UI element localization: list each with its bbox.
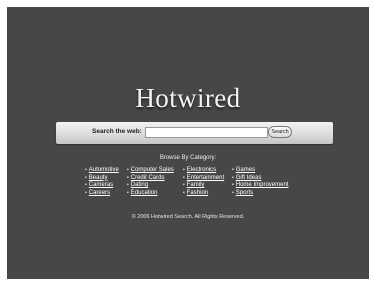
category-item: • Automotive: [85, 167, 119, 175]
category-item: • Credit Cards: [127, 175, 174, 183]
category-item: • Careers: [85, 190, 119, 198]
bullet-icon: •: [127, 167, 129, 173]
category-item: • Games: [232, 167, 288, 175]
category-link-education[interactable]: Education: [131, 190, 158, 196]
category-column-3: • Electronics • Entertainment • Family • Fas…: [183, 167, 224, 197]
category-item: • Fashion: [183, 190, 224, 198]
category-item: • Dating: [127, 182, 174, 190]
category-link-fashion[interactable]: Fashion: [187, 190, 208, 196]
category-link-cameras[interactable]: Cameras: [89, 182, 113, 188]
search-button[interactable]: Search: [268, 126, 292, 138]
bullet-icon: •: [85, 167, 87, 173]
bullet-icon: •: [232, 189, 234, 196]
category-link-careers[interactable]: Careers: [89, 190, 110, 196]
category-item: • Cameras: [85, 182, 119, 190]
category-item: • Education: [127, 190, 174, 198]
bullet-icon: •: [127, 174, 129, 181]
category-column-1: • Automotive • Beauty • Cameras • Careers: [85, 167, 119, 197]
bullet-icon: •: [127, 189, 129, 196]
search-label: Search the web:: [92, 128, 142, 135]
category-link-sports[interactable]: Sports: [236, 190, 253, 196]
category-item: • Computer Sales: [127, 167, 174, 175]
category-item: • Home Improvement: [232, 182, 288, 190]
bullet-icon: •: [183, 174, 185, 181]
category-link-computer-sales[interactable]: Computer Sales: [131, 167, 174, 173]
category-link-entertainment[interactable]: Entertainment: [187, 175, 224, 181]
category-link-beauty[interactable]: Beauty: [89, 175, 108, 181]
category-link-credit-cards[interactable]: Credit Cards: [131, 175, 165, 181]
category-link-dating[interactable]: Dating: [131, 182, 148, 188]
category-item: • Sports: [232, 190, 288, 198]
bullet-icon: •: [232, 174, 234, 181]
bullet-icon: •: [183, 189, 185, 196]
category-link-gift-ideas[interactable]: Gift Ideas: [236, 175, 262, 181]
category-item: • Beauty: [85, 175, 119, 183]
category-column-2: • Computer Sales • Credit Cards • Dating • E…: [127, 167, 174, 197]
bullet-icon: •: [85, 189, 87, 196]
category-column-4: • Games • Gift Ideas • Home Improvement • Sp…: [232, 167, 288, 197]
footer-copyright: © 2006 Hotwired Search. All Rights Reser…: [131, 214, 245, 220]
category-link-home-improvement[interactable]: Home Improvement: [236, 182, 289, 188]
category-item: • Family: [183, 182, 224, 190]
category-link-games[interactable]: Games: [236, 167, 255, 173]
category-item: • Electronics: [183, 167, 224, 175]
category-item: • Entertainment: [183, 175, 224, 183]
bullet-icon: •: [232, 182, 234, 189]
bullet-icon: •: [183, 182, 185, 189]
bullet-icon: •: [183, 167, 185, 173]
browse-heading: Browse By Category:: [159, 155, 217, 161]
bullet-icon: •: [85, 182, 87, 189]
category-link-automotive[interactable]: Automotive: [89, 167, 119, 173]
site-logo: Hotwired: [135, 83, 241, 113]
bullet-icon: •: [127, 182, 129, 189]
bullet-icon: •: [85, 174, 87, 181]
bullet-icon: •: [232, 167, 234, 173]
category-link-family[interactable]: Family: [187, 182, 205, 188]
search-bar: Search the web: Search: [56, 122, 333, 144]
page-frame: Hotwired Search the web: Search Browse B…: [7, 7, 369, 279]
category-item: • Gift Ideas: [232, 175, 288, 183]
search-input[interactable]: [145, 127, 268, 138]
category-link-electronics[interactable]: Electronics: [187, 167, 216, 173]
